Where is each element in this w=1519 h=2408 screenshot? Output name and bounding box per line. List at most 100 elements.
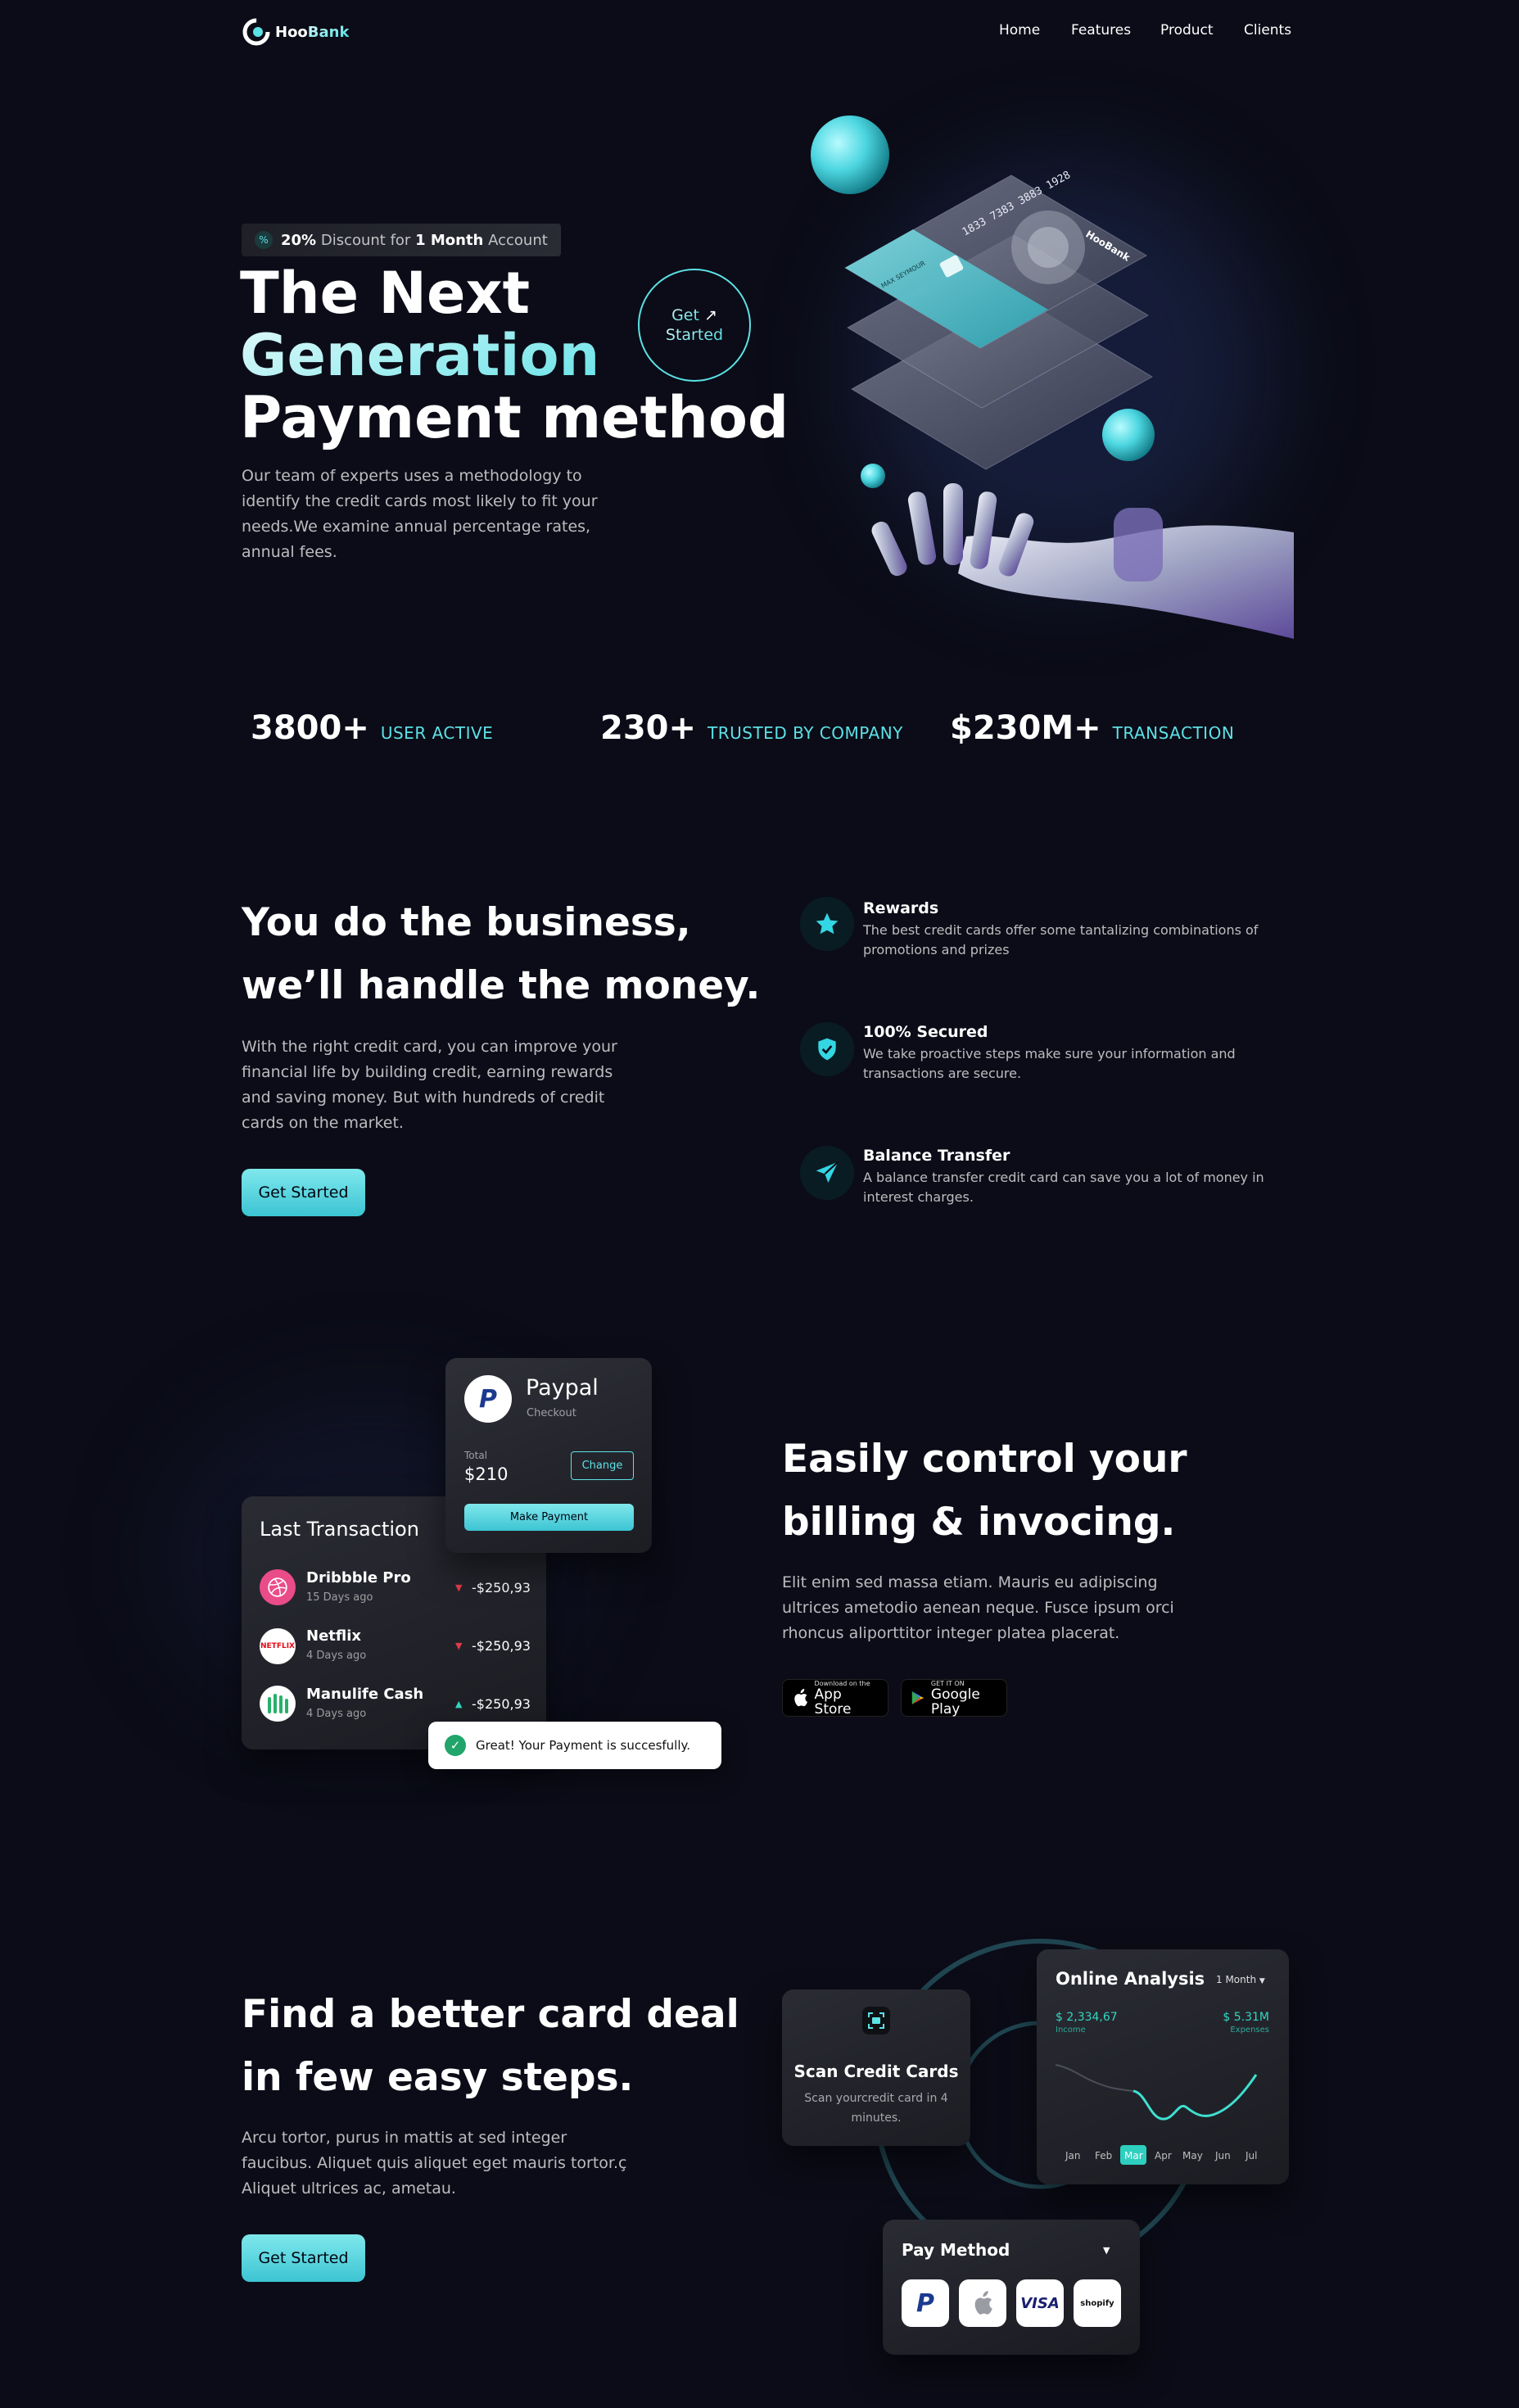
tx-name: Manulife Cash [306, 1686, 424, 1703]
month-feb[interactable]: Feb [1095, 2150, 1112, 2161]
netflix-logo: NETFLIX [260, 1628, 296, 1664]
income-label: Income [1056, 2026, 1086, 2035]
business-title-line2: we’ll handle the money. [242, 963, 761, 1008]
brand-name-suffix: Bank [307, 23, 350, 41]
shield-icon [818, 1038, 836, 1061]
billing-title-line2: billing & invocing. [782, 1500, 1176, 1545]
discount-badge: % 20% Discount for 1 Month Account [242, 224, 561, 256]
stat-value: $230M+ [950, 709, 1101, 747]
toast-text: Great! Your Payment is succesfully. [476, 1738, 691, 1753]
scan-description: Scan yourcredit card in 4 minutes. [804, 2092, 948, 2125]
tx-name: Netflix [306, 1627, 361, 1645]
tx-name: Dribbble Pro [306, 1569, 411, 1586]
card-deal-title-line1: Find a better card deal [242, 1992, 739, 2037]
hero-illustration: 1833 7383 3883 1928 MAX SEYMOUR HooBank [811, 115, 1294, 639]
payment-success-toast: ✓ Great! Your Payment is succesfully. [428, 1722, 721, 1769]
logo-icon [242, 18, 270, 46]
feature-rewards-icon-wrap [800, 897, 854, 951]
business-title-line1: You do the business, [242, 900, 691, 945]
total-label: Total [464, 1450, 488, 1461]
stat-label: USER ACTIVE [380, 723, 494, 743]
feature-transfer-icon-wrap [800, 1146, 854, 1200]
feature-title: Balance Transfer [863, 1147, 1010, 1165]
nav-features[interactable]: Features [1071, 22, 1131, 38]
arrow-down-icon: ▼ [455, 1582, 463, 1593]
hero-title-line3: Payment method [240, 384, 789, 451]
stat-companies: 230+ TRUSTED BY COMPANY [600, 709, 903, 747]
pay-method-caret-icon[interactable]: ▼ [1103, 2245, 1110, 2256]
month-apr[interactable]: Apr [1155, 2150, 1172, 2161]
last-transaction-title: Last Transaction [260, 1518, 419, 1541]
apple-icon [794, 1688, 807, 1707]
feature-description: We take proactive steps make sure your i… [863, 1046, 1236, 1081]
feature-description: The best credit cards offer some tantali… [863, 922, 1259, 957]
tx-amount: -$250,93 [472, 1696, 531, 1712]
period-value: 1 Month [1216, 1974, 1257, 1985]
check-circle-icon: ✓ [445, 1735, 466, 1756]
billing-description: Elit enim sed massa etiam. Mauris eu adi… [782, 1573, 1174, 1642]
month-jul[interactable]: Jul [1245, 2150, 1257, 2161]
business-get-started-button[interactable]: Get Started [242, 1169, 365, 1216]
card-deal-get-started-button[interactable]: Get Started [242, 2234, 365, 2282]
star-icon [816, 912, 839, 935]
brand-name-prefix: Hoo [275, 23, 308, 41]
dribbble-logo [260, 1569, 296, 1605]
visa-logo[interactable]: VISA [1016, 2279, 1064, 2327]
shopify-logo[interactable]: shopify [1074, 2279, 1121, 2327]
month-jan[interactable]: Jan [1065, 2150, 1081, 2161]
brand-logo[interactable]: HooBank [242, 18, 349, 46]
analysis-title: Online Analysis [1056, 1969, 1205, 1989]
arrow-down-icon: ▼ [455, 1641, 463, 1651]
badge-text-2: Account [488, 231, 548, 249]
stat-value: 230+ [600, 709, 697, 747]
app-store-button[interactable]: Download on the App Store [782, 1679, 888, 1717]
business-description: With the right credit card, you can impr… [242, 1038, 617, 1132]
cta-line2: Started [665, 326, 724, 344]
caret-down-icon: ▼ [1259, 1977, 1265, 1985]
expenses-value: $ 5.31M [1223, 2011, 1269, 2024]
business-title: You do the business, we’ll handle the mo… [242, 891, 760, 1017]
visa-text: VISA [1020, 2294, 1060, 2312]
arrow-up-right-icon: ↗ [704, 306, 717, 324]
nav-clients[interactable]: Clients [1244, 22, 1291, 38]
google-play-icon [911, 1691, 925, 1704]
analysis-line-chart [1056, 2064, 1258, 2121]
tx-amount: -$250,93 [472, 1580, 531, 1596]
send-icon [816, 1161, 839, 1183]
google-play-big: Google Play [930, 1686, 980, 1718]
income-value: $ 2,334,67 [1056, 2011, 1118, 2024]
stat-users: 3800+ USER ACTIVE [251, 709, 493, 747]
paypal-logo[interactable]: P [902, 2279, 949, 2327]
hero-get-started-button[interactable]: Get ↗ Started [638, 269, 751, 382]
apple-logo[interactable] [959, 2279, 1006, 2327]
make-payment-button[interactable]: Make Payment [464, 1504, 634, 1531]
scan-icon [862, 2007, 890, 2035]
tx-date: 4 Days ago [306, 1650, 367, 1662]
stat-label: TRUSTED BY COMPANY [708, 723, 903, 743]
scan-title: Scan Credit Cards [793, 2062, 959, 2081]
manulife-logo [260, 1686, 296, 1722]
pay-method-title: Pay Method [902, 2240, 1010, 2260]
month-mar[interactable]: Mar [1124, 2150, 1143, 2161]
expenses-label: Expenses [1230, 2026, 1269, 2035]
period-dropdown[interactable]: 1 Month ▼ [1216, 1974, 1265, 1985]
month-may[interactable]: May [1182, 2150, 1203, 2161]
stat-transactions: $230M+ TRANSACTION [950, 709, 1234, 747]
card-deal-title-line2: in few easy steps. [242, 2055, 634, 2100]
tx-date: 15 Days ago [306, 1591, 373, 1604]
nav-product[interactable]: Product [1160, 22, 1214, 38]
discount-icon: % [255, 231, 273, 249]
billing-title: Easily control your billing & invocing. [782, 1428, 1187, 1554]
arrow-up-icon: ▲ [455, 1699, 463, 1709]
change-button[interactable]: Change [571, 1451, 634, 1480]
google-play-button[interactable]: GET IT ON Google Play [901, 1679, 1007, 1717]
robot-hand [871, 483, 1294, 639]
paypal-title: Paypal [526, 1375, 599, 1401]
month-jun[interactable]: Jun [1215, 2150, 1231, 2161]
billing-title-line1: Easily control your [782, 1437, 1187, 1482]
badge-bold: 1 Month [415, 231, 484, 249]
shopify-text: shopify [1080, 2298, 1114, 2308]
nav-home[interactable]: Home [999, 22, 1040, 38]
feature-title: Rewards [863, 899, 939, 917]
paypal-subtitle: Checkout [527, 1407, 576, 1419]
